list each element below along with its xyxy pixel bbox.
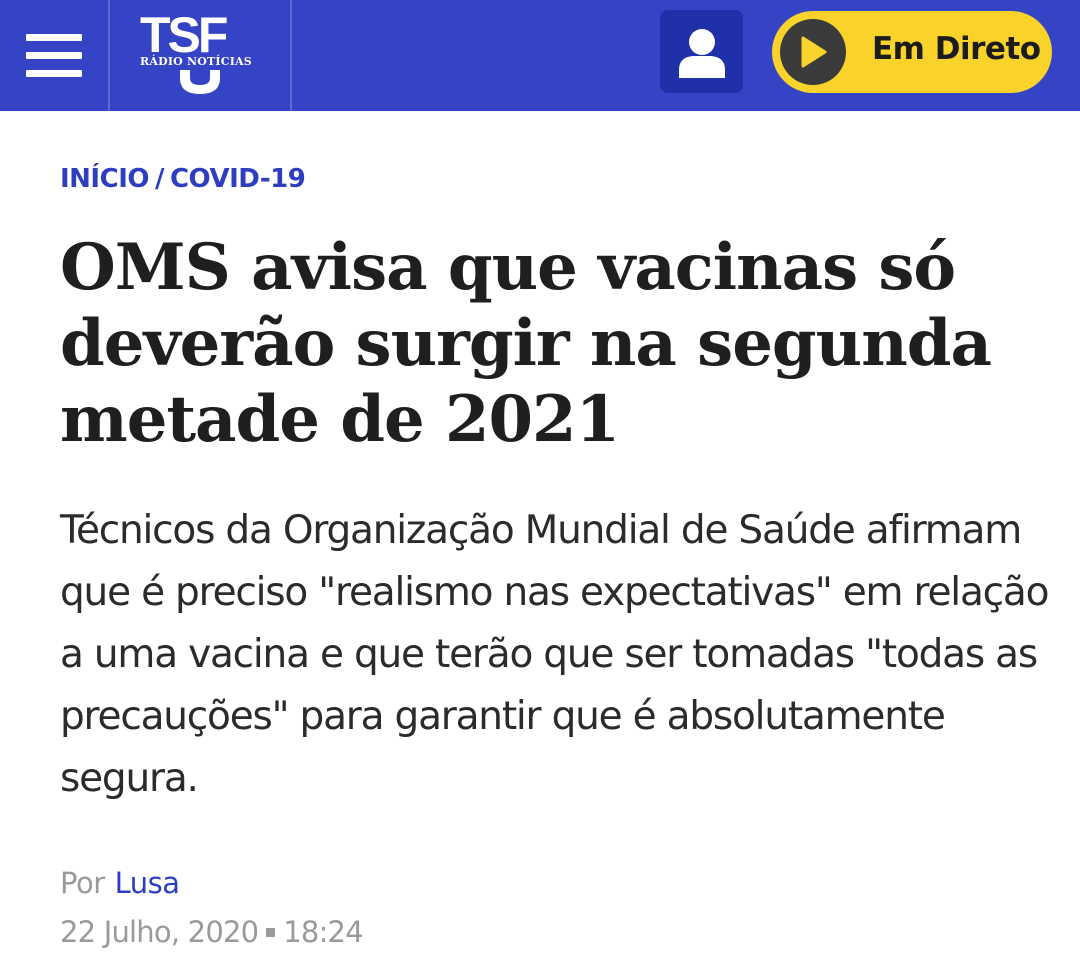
breadcrumb: INÍCIO / COVID-19 bbox=[60, 164, 306, 194]
user-account-button[interactable] bbox=[660, 10, 743, 93]
menu-button[interactable] bbox=[0, 0, 110, 111]
menu-icon-bar bbox=[26, 34, 82, 41]
breadcrumb-separator: / bbox=[154, 164, 165, 194]
top-navigation-bar: TSF RÁDIO NOTÍCIAS Em Direto bbox=[0, 0, 1080, 111]
logo-underline-shape bbox=[180, 70, 220, 94]
breadcrumb-section-link[interactable]: COVID-19 bbox=[170, 164, 306, 194]
publish-time: 18:24 bbox=[283, 915, 363, 949]
menu-icon-bar bbox=[26, 52, 82, 59]
live-stream-button[interactable]: Em Direto bbox=[772, 11, 1052, 93]
separator-dot bbox=[266, 927, 276, 937]
article-dateline: 22 Julho, 2020 18:24 bbox=[60, 915, 364, 949]
play-button-circle bbox=[780, 19, 846, 85]
author-link[interactable]: Lusa bbox=[115, 866, 180, 900]
logo-subtitle: RÁDIO NOTÍCIAS bbox=[140, 55, 252, 68]
live-button-label: Em Direto bbox=[872, 31, 1041, 67]
article-headline: OMS avisa que vacinas só deverão surgir … bbox=[60, 230, 992, 457]
publish-date: 22 Julho, 2020 bbox=[60, 915, 259, 949]
breadcrumb-home-link[interactable]: INÍCIO bbox=[60, 164, 149, 194]
tsf-logo[interactable]: TSF RÁDIO NOTÍCIAS bbox=[112, 0, 292, 111]
article-byline: Por Lusa bbox=[60, 866, 180, 900]
user-icon bbox=[678, 28, 725, 78]
byline-prefix: Por bbox=[60, 866, 105, 900]
tsf-logo-mark: TSF bbox=[140, 8, 230, 94]
menu-icon-bar bbox=[26, 70, 82, 77]
article-lead: Técnicos da Organização Mundial de Saúde… bbox=[60, 508, 1049, 801]
play-icon bbox=[801, 36, 827, 68]
